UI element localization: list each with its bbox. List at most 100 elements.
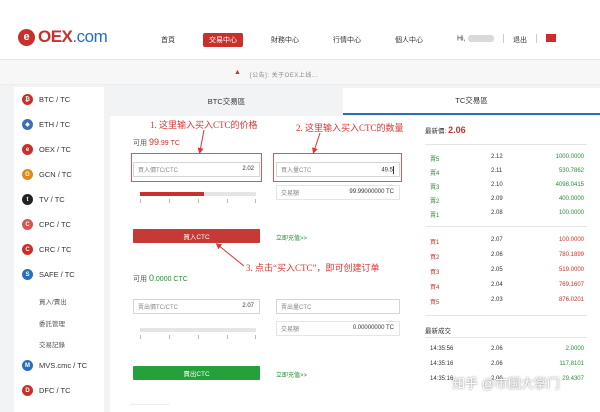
buy-percent-slider[interactable] (140, 192, 256, 203)
ask-row[interactable]: 賣3 2.10 4098.0415 (425, 179, 587, 193)
annotation-step-3: 3. 点击“买入CTC”，即可创建订单 (246, 263, 380, 273)
sidebar-item-dfc[interactable]: D DFC / TC (14, 378, 104, 403)
slider-tick (140, 199, 141, 203)
nav-market-center[interactable]: 行情中心 (327, 33, 367, 47)
buy-recharge-link[interactable]: 立即充值>> (276, 233, 307, 242)
sidebar-item-gcn[interactable]: G GCN / TC (14, 162, 104, 187)
mvs-icon: M (22, 360, 33, 371)
safe-icon: S (22, 269, 33, 280)
ask-row[interactable]: 賣4 2.11 530.7862 (425, 165, 587, 179)
divider (536, 34, 537, 43)
divider (425, 144, 587, 145)
bid-row[interactable]: 買1 2.07 100.0000 (425, 234, 587, 248)
market-sidebar: ₿ BTC / TC ◆ ETH / TC e OEX / TC G GCN / TC … (14, 87, 104, 412)
sidebar-item-cpc[interactable]: C CPC / TC (14, 212, 104, 237)
sidebar-sub-orders[interactable]: 委託管理 (39, 318, 65, 328)
logo-text: OEX.com (38, 27, 108, 46)
tv-icon: t (22, 194, 33, 205)
divider (425, 315, 587, 316)
nav-home[interactable]: 首頁 (155, 33, 181, 47)
trade-row: 14:35:16 2.06 117.8101 (430, 361, 584, 367)
nav-trade-center[interactable]: 交易中心 (203, 33, 243, 47)
watermark-text: 知乎 @市国大掌门 (452, 376, 560, 391)
eth-icon: ◆ (22, 119, 33, 130)
logo-mark: e (18, 28, 35, 46)
latest-trades-title: 最新成交 (425, 328, 451, 335)
nav-personal-center[interactable]: 個人中心 (389, 33, 429, 47)
dfc-icon: D (22, 385, 33, 396)
tab-tc-zone[interactable]: TC交易區 (343, 88, 600, 115)
site-header: e OEX.com 首頁 交易中心 財務中心 行情中心 個人中心 Hi, 退出 (0, 0, 600, 60)
slider-tick (198, 199, 199, 203)
btc-icon: ₿ (22, 94, 33, 105)
bid-row[interactable]: 買2 2.06 780.1899 (425, 249, 587, 263)
sell-ctc-button[interactable]: 賣出CTC (133, 366, 260, 380)
sell-amount-field: 交易額 0.00000000 TC (276, 321, 400, 336)
logo[interactable]: e OEX.com (18, 27, 108, 47)
sidebar-item-label: DFC / TC (39, 386, 71, 395)
cpc-icon: C (22, 219, 33, 230)
sidebar-item-label: BTC / TC (39, 95, 71, 104)
ask-row[interactable]: 賣2 2.09 400.0000 (425, 193, 587, 207)
crc-icon: C (22, 244, 33, 255)
slider-tick (255, 335, 256, 339)
annotation-step-2: 2. 这里输入买入CTC的数量 (296, 123, 404, 133)
divider (130, 404, 170, 405)
sidebar-sub-history[interactable]: 交易記錄 (39, 339, 65, 349)
megaphone-icon: ▲ (234, 69, 241, 76)
gcn-icon: G (22, 169, 33, 180)
sidebar-item-label: OEX / TC (39, 145, 71, 154)
sell-recharge-link[interactable]: 立即充值>> (276, 370, 307, 379)
nav-finance-center[interactable]: 財務中心 (265, 33, 305, 47)
annotation-step-1: 1. 这里输入买入CTC的价格 (150, 120, 258, 130)
latest-price: 最新價: 2.06 (425, 125, 466, 135)
highlight-qty-box (273, 153, 402, 182)
sidebar-item-label: ETH / TC (39, 120, 71, 129)
sidebar-item-mvs[interactable]: M MVS.cmc / TC (14, 353, 104, 378)
divider (425, 226, 587, 227)
sidebar-item-crc[interactable]: C CRC / TC (14, 237, 104, 262)
sidebar-item-label: TV / TC (39, 195, 65, 204)
sidebar-item-label: MVS.cmc / TC (39, 361, 88, 370)
trade-row: 14:35:56 2.06 2.0000 (430, 346, 584, 352)
slider-tick (227, 335, 228, 339)
flag-icon[interactable] (546, 34, 556, 42)
sidebar-item-label: SAFE / TC (39, 270, 75, 279)
sidebar-sub-buy-sell[interactable]: 買入/賣出 (39, 296, 67, 306)
buy-amount-field: 交易額 99.99000000 TC (276, 185, 400, 200)
sell-qty-input[interactable]: 賣出量CTC (276, 299, 400, 314)
notice-text[interactable]: [公告]: 关于OEX上线... (250, 70, 318, 79)
logout-link[interactable]: 退出 (513, 35, 527, 45)
slider-tick (227, 199, 228, 203)
ask-row[interactable]: 賣1 2.08 100.0000 (425, 207, 587, 221)
bid-row[interactable]: 買3 2.05 519.0000 (425, 264, 587, 278)
slider-tick (255, 199, 256, 203)
divider (425, 337, 587, 338)
slider-tick (140, 335, 141, 339)
sidebar-item-eth[interactable]: ◆ ETH / TC (14, 112, 104, 137)
sidebar-item-btc[interactable]: ₿ BTC / TC (14, 87, 104, 112)
sell-available: 可用 0.0000 CTC (133, 273, 188, 283)
buy-ctc-button[interactable]: 買入CTC (133, 229, 260, 243)
sell-price-input[interactable]: 賣出價TC/CTC 2.07 (133, 299, 260, 314)
sidebar-item-label: CPC / TC (39, 220, 71, 229)
sidebar-item-safe[interactable]: S SAFE / TC (14, 262, 104, 287)
sidebar-item-oex[interactable]: e OEX / TC (14, 137, 104, 162)
bid-row[interactable]: 買5 2.03 876.0201 (425, 294, 587, 308)
market-tabs: BTC交易區 TC交易區 (110, 88, 600, 115)
slider-tick (169, 199, 170, 203)
sidebar-item-tv[interactable]: t TV / TC (14, 187, 104, 212)
buy-available: 可用 99.99 TC (133, 137, 180, 147)
bid-row[interactable]: 買4 2.04 769.1607 (425, 279, 587, 293)
sell-percent-slider[interactable] (140, 328, 256, 339)
divider (503, 34, 504, 43)
main-nav: 首頁 交易中心 財務中心 行情中心 個人中心 (155, 33, 451, 47)
sidebar-item-label: GCN / TC (39, 170, 72, 179)
user-greeting[interactable]: Hi, (457, 35, 494, 42)
ask-row[interactable]: 賣5 2.12 1000.0000 (425, 151, 587, 165)
highlight-price-box (131, 153, 262, 182)
tab-btc-zone[interactable]: BTC交易區 (110, 88, 343, 115)
sidebar-item-label: CRC / TC (39, 245, 72, 254)
slider-tick (169, 335, 170, 339)
username-redacted (467, 35, 494, 42)
